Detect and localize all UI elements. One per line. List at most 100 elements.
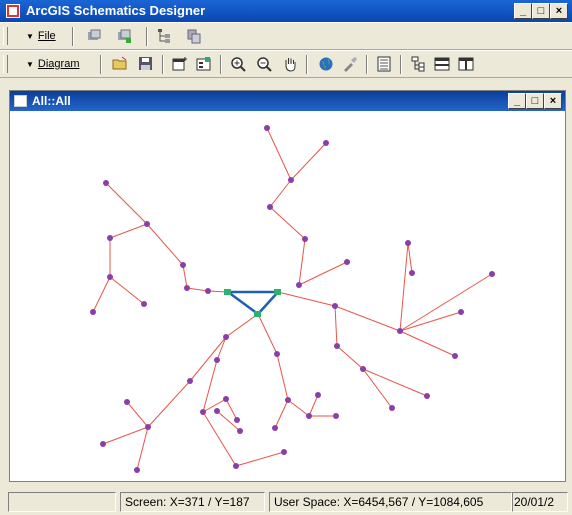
network-node[interactable]	[144, 221, 150, 227]
network-node[interactable]	[214, 408, 220, 414]
network-node[interactable]	[267, 204, 273, 210]
network-node[interactable]	[237, 428, 243, 434]
pan-hand-icon[interactable]	[282, 56, 298, 72]
network-node[interactable]	[134, 467, 140, 473]
network-edge[interactable]	[298, 238, 306, 286]
selected-node[interactable]	[224, 289, 231, 295]
network-edge[interactable]	[189, 336, 227, 382]
network-node[interactable]	[90, 309, 96, 315]
network-edge[interactable]	[277, 291, 336, 307]
toolbar-grip[interactable]	[3, 55, 8, 73]
network-edge[interactable]	[186, 287, 209, 292]
file-menu[interactable]: ▼ File	[26, 28, 56, 44]
network-node[interactable]	[187, 378, 193, 384]
network-edge[interactable]	[399, 330, 456, 357]
network-node[interactable]	[306, 413, 312, 419]
app-title-bar[interactable]: ArcGIS Schematics Designer _ □ ×	[0, 0, 572, 22]
network-node[interactable]	[233, 463, 239, 469]
network-node[interactable]	[405, 240, 411, 246]
network-edge[interactable]	[266, 127, 292, 181]
network-edge[interactable]	[126, 401, 149, 428]
layer-add-icon[interactable]	[116, 28, 132, 44]
network-edge[interactable]	[399, 311, 462, 332]
network-node[interactable]	[285, 397, 291, 403]
toolbar-grip[interactable]	[3, 27, 8, 45]
globe-icon[interactable]	[318, 56, 334, 72]
properties-icon[interactable]	[196, 56, 212, 72]
network-node[interactable]	[288, 177, 294, 183]
diagram-window-title-bar[interactable]: All::All _ □ ×	[10, 91, 565, 111]
network-edge[interactable]	[225, 313, 259, 338]
network-node[interactable]	[458, 309, 464, 315]
network-node[interactable]	[200, 409, 206, 415]
network-node[interactable]	[107, 274, 113, 280]
network-edge[interactable]	[276, 353, 289, 401]
network-edge[interactable]	[290, 142, 327, 181]
network-node[interactable]	[323, 140, 329, 146]
network-edge[interactable]	[109, 223, 148, 239]
network-edge[interactable]	[216, 336, 227, 361]
network-node[interactable]	[180, 262, 186, 268]
network-node[interactable]	[344, 259, 350, 265]
network-node[interactable]	[274, 351, 280, 357]
network-edge[interactable]	[399, 273, 493, 332]
selected-edge[interactable]	[227, 290, 259, 316]
diagram-close-button[interactable]: ×	[544, 93, 562, 109]
network-edge[interactable]	[235, 451, 285, 467]
network-node[interactable]	[124, 399, 130, 405]
network-node[interactable]	[334, 343, 340, 349]
close-button[interactable]: ×	[550, 3, 568, 19]
network-node[interactable]	[100, 441, 106, 447]
network-node[interactable]	[103, 180, 109, 186]
network-node[interactable]	[141, 301, 147, 307]
selected-node[interactable]	[254, 311, 261, 317]
network-node[interactable]	[452, 353, 458, 359]
network-node[interactable]	[184, 285, 190, 291]
zoom-in-icon[interactable]	[230, 56, 246, 72]
network-edge[interactable]	[147, 380, 191, 428]
network-node[interactable]	[424, 393, 430, 399]
network-node[interactable]	[489, 271, 495, 277]
network-node[interactable]	[389, 405, 395, 411]
network-node[interactable]	[333, 413, 339, 419]
network-node[interactable]	[107, 235, 113, 241]
vertical-split-icon[interactable]	[458, 56, 474, 72]
schematic-diagram[interactable]	[12, 113, 563, 479]
selected-edge[interactable]	[257, 291, 279, 315]
network-node[interactable]	[281, 449, 287, 455]
network-edge[interactable]	[308, 394, 319, 417]
network-edge[interactable]	[336, 345, 364, 370]
tree-view-icon[interactable]	[410, 56, 426, 72]
network-node[interactable]	[205, 288, 211, 294]
network-node[interactable]	[409, 270, 415, 276]
network-edge[interactable]	[202, 411, 237, 467]
network-node[interactable]	[214, 357, 220, 363]
network-node[interactable]	[272, 425, 278, 431]
maximize-button[interactable]: □	[532, 3, 550, 19]
network-edge[interactable]	[136, 426, 149, 471]
tool-icon[interactable]	[342, 56, 358, 72]
network-edge[interactable]	[269, 179, 292, 208]
network-node[interactable]	[332, 303, 338, 309]
network-edge[interactable]	[269, 206, 306, 240]
network-edge[interactable]	[334, 305, 401, 332]
network-edge[interactable]	[202, 359, 218, 413]
open-folder-icon[interactable]	[112, 56, 128, 72]
horizontal-split-icon[interactable]	[434, 56, 450, 72]
list-icon[interactable]	[376, 56, 392, 72]
diagram-menu[interactable]: ▼ Diagram	[26, 56, 80, 72]
network-edge[interactable]	[102, 426, 149, 445]
network-node[interactable]	[296, 282, 302, 288]
network-edge[interactable]	[298, 261, 348, 286]
network-node[interactable]	[223, 396, 229, 402]
network-edge[interactable]	[274, 399, 289, 429]
network-edge[interactable]	[105, 182, 148, 225]
network-node[interactable]	[315, 392, 321, 398]
tree-icon[interactable]	[156, 28, 172, 44]
network-edge[interactable]	[92, 276, 111, 313]
network-edge[interactable]	[334, 305, 338, 347]
network-node[interactable]	[360, 366, 366, 372]
network-node[interactable]	[302, 236, 308, 242]
network-node[interactable]	[264, 125, 270, 131]
schematic-canvas[interactable]	[12, 113, 563, 479]
